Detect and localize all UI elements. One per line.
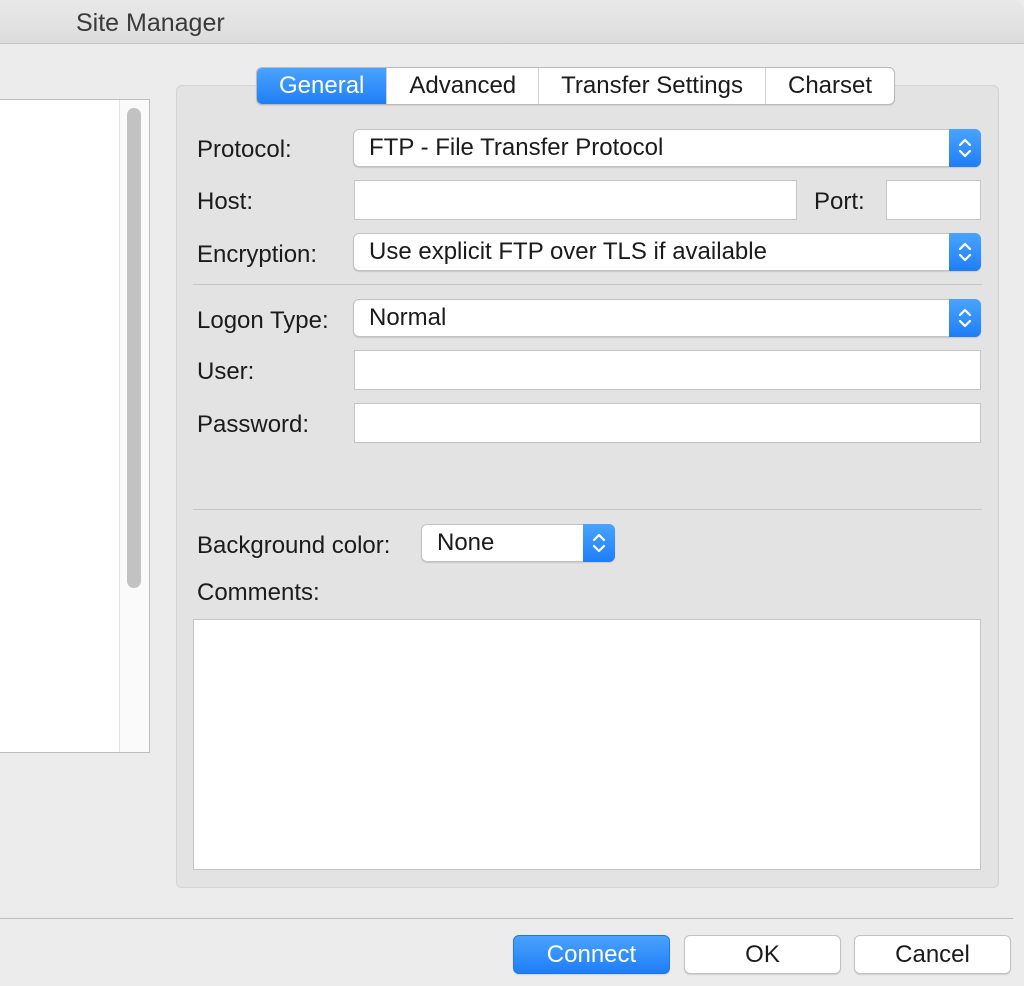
ok-button[interactable]: OK [684, 935, 841, 974]
chevron-up-down-icon [949, 233, 981, 271]
background-color-select-value: None [437, 529, 495, 556]
tab-general[interactable]: General [257, 68, 388, 104]
chevron-up-down-icon [949, 299, 981, 337]
port-label: Port: [814, 188, 865, 215]
chevron-up-down-icon [949, 129, 981, 167]
cancel-button[interactable]: Cancel [854, 935, 1011, 974]
tab-advanced[interactable]: Advanced [387, 68, 540, 104]
logon-type-label: Logon Type: [197, 307, 329, 334]
user-label: User: [197, 358, 255, 385]
separator [193, 284, 982, 285]
protocol-label: Protocol: [197, 136, 292, 163]
site-tree-scrollbar[interactable] [119, 100, 149, 752]
comments-textarea[interactable] [193, 619, 981, 870]
site-tree[interactable] [0, 99, 150, 753]
host-label: Host: [197, 188, 254, 215]
window-title: Site Manager [76, 9, 225, 37]
connect-button[interactable]: Connect [513, 935, 670, 974]
password-input[interactable] [354, 403, 981, 443]
separator [193, 509, 982, 510]
background-color-select[interactable]: None [421, 524, 615, 562]
encryption-select[interactable]: Use explicit FTP over TLS if available [353, 233, 981, 271]
background-color-label: Background color: [197, 532, 391, 559]
protocol-select[interactable]: FTP - File Transfer Protocol [353, 129, 981, 167]
tab-charset[interactable]: Charset [766, 68, 894, 104]
logon-type-select[interactable]: Normal [353, 299, 981, 337]
tab-bar: General Advanced Transfer Settings Chars… [256, 67, 896, 105]
encryption-select-value: Use explicit FTP over TLS if available [369, 238, 767, 265]
encryption-label: Encryption: [197, 241, 318, 268]
port-input[interactable] [886, 180, 981, 220]
protocol-select-value: FTP - File Transfer Protocol [369, 134, 664, 161]
host-input[interactable] [354, 180, 797, 220]
scrollbar-thumb[interactable] [127, 108, 141, 588]
chevron-up-down-icon [583, 524, 615, 562]
footer-separator [0, 918, 1013, 919]
user-input[interactable] [354, 350, 981, 390]
logon-type-select-value: Normal [369, 304, 447, 331]
tab-transfer-settings[interactable]: Transfer Settings [539, 68, 766, 104]
password-label: Password: [197, 411, 310, 438]
comments-label: Comments: [197, 579, 320, 606]
title-bar: Site Manager [0, 0, 1024, 44]
